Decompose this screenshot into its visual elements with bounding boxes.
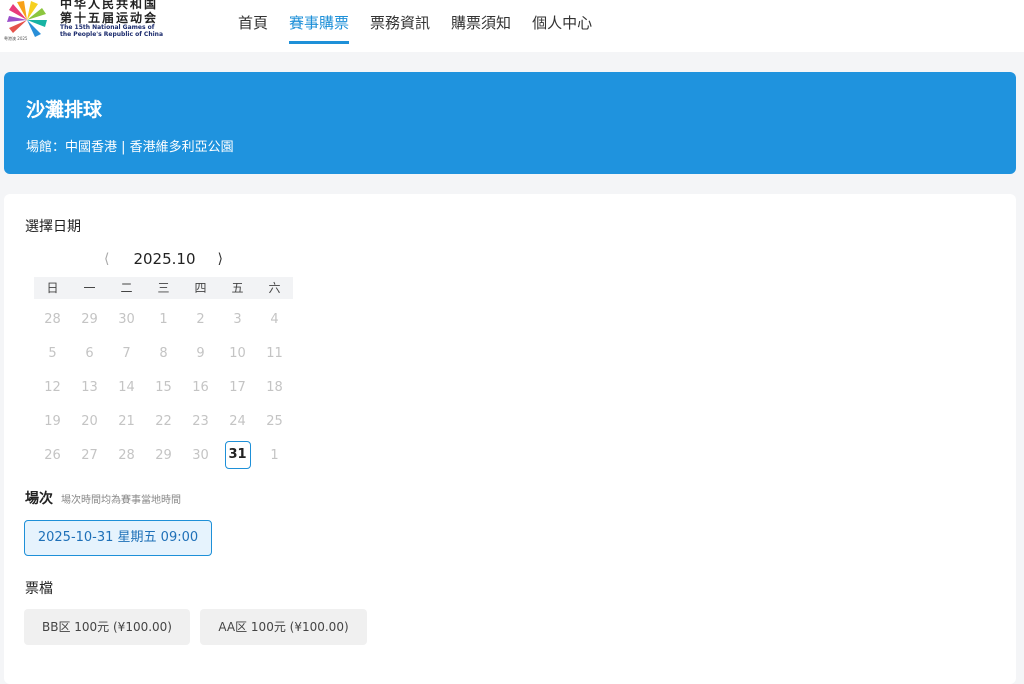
calendar-week: 5 6 7 8 9 10 11 xyxy=(34,336,293,370)
calendar-grid: 28 29 30 1 2 3 4 5 6 7 8 9 10 11 12 13 1… xyxy=(34,302,293,472)
logo-text: 中华人民共和国 第十五届运动会 The 15th National Games … xyxy=(60,0,163,38)
calendar-day: 29 xyxy=(81,311,98,327)
logo-subtext: 粤港澳 2025 xyxy=(4,36,28,41)
calendar-day: 12 xyxy=(44,379,61,395)
logo-cn-line2: 第十五届运动会 xyxy=(60,11,159,25)
selected-day-label: 31 xyxy=(224,441,251,469)
calendar-day: 7 xyxy=(122,345,131,361)
calendar-week: 12 13 14 15 16 17 18 xyxy=(34,370,293,404)
select-date-label: 選擇日期 xyxy=(25,219,81,235)
calendar-day: 15 xyxy=(155,379,172,395)
event-title: 沙灘排球 xyxy=(26,99,103,121)
weekday-mon: 一 xyxy=(83,281,96,295)
calendar-day: 2 xyxy=(196,311,205,327)
session-label: 場次 xyxy=(25,491,53,507)
calendar-header: ⟨ 2025.10 ⟩ xyxy=(104,250,223,268)
logo-cn-line1: 中华人民共和国 xyxy=(60,0,159,11)
calendar-day: 6 xyxy=(85,345,94,361)
nav-item-user-center[interactable]: 個人中心 xyxy=(532,12,592,44)
weekday-wed: 三 xyxy=(157,281,170,295)
ticket-tier-label: 票檔 xyxy=(25,581,53,597)
calendar-day: 19 xyxy=(44,413,61,429)
weekday-sat: 六 xyxy=(268,281,281,295)
chevron-left-icon[interactable]: ⟨ xyxy=(104,251,109,267)
calendar-week: 19 20 21 22 23 24 25 xyxy=(34,404,293,438)
session-time-note: 場次時間均為賽事當地時間 xyxy=(61,495,181,506)
calendar-day: 20 xyxy=(81,413,98,429)
calendar-day: 23 xyxy=(192,413,209,429)
logo[interactable]: 粤港澳 2025 中华人民共和国 第十五届运动会 The 15th Nation… xyxy=(4,0,163,44)
chevron-right-icon[interactable]: ⟩ xyxy=(218,251,223,267)
calendar-day-selected[interactable]: 31 xyxy=(219,438,256,472)
nav-item-home[interactable]: 首頁 xyxy=(238,12,268,44)
calendar-day: 24 xyxy=(229,413,246,429)
weekday-tue: 二 xyxy=(120,281,133,295)
calendar-day: 1 xyxy=(159,311,168,327)
calendar-day: 11 xyxy=(266,345,283,361)
calendar-day: 18 xyxy=(266,379,283,395)
calendar-day: 17 xyxy=(229,379,246,395)
tier-aa-button[interactable]: AA区 100元 (¥100.00) xyxy=(200,609,367,645)
nav-item-ticket-info[interactable]: 票務資訊 xyxy=(370,12,430,44)
weekday-fri: 五 xyxy=(231,281,244,295)
session-label-row: 場次 場次時間均為賽事當地時間 xyxy=(25,488,181,508)
calendar-day: 13 xyxy=(81,379,98,395)
calendar-weekdays: 日 一 二 三 四 五 六 xyxy=(34,277,293,299)
calendar-day: 21 xyxy=(118,413,135,429)
session-option-button[interactable]: 2025-10-31 星期五 09:00 xyxy=(24,520,212,556)
calendar-day: 28 xyxy=(44,311,61,327)
calendar-day: 5 xyxy=(48,345,57,361)
calendar-day: 30 xyxy=(118,311,135,327)
nav-item-event-tickets[interactable]: 賽事購票 xyxy=(289,12,350,44)
weekday-sun: 日 xyxy=(46,281,59,295)
event-banner: 沙灘排球 場館：中國香港 | 香港維多利亞公園 xyxy=(4,72,1016,174)
calendar-day: 9 xyxy=(196,345,205,361)
calendar-week: 26 27 28 29 30 31 1 xyxy=(34,438,293,472)
calendar-day: 29 xyxy=(155,447,172,463)
calendar-day: 28 xyxy=(118,447,135,463)
event-venue: 場館：中國香港 | 香港維多利亞公園 xyxy=(26,140,234,155)
calendar-week: 28 29 30 1 2 3 4 xyxy=(34,302,293,336)
calendar-day: 14 xyxy=(118,379,135,395)
top-header: 粤港澳 2025 中华人民共和国 第十五届运动会 The 15th Nation… xyxy=(0,0,1024,52)
tier-bb-button[interactable]: BB区 100元 (¥100.00) xyxy=(24,609,190,645)
calendar-day: 30 xyxy=(192,447,209,463)
calendar-day: 25 xyxy=(266,413,283,429)
booking-card: 選擇日期 ⟨ 2025.10 ⟩ 日 一 二 三 四 五 六 28 29 30 … xyxy=(4,194,1016,684)
nav-item-purchase-notes[interactable]: 購票須知 xyxy=(451,12,511,44)
logo-en-line2: the People's Republic of China xyxy=(60,31,163,38)
calendar-month: 2025.10 xyxy=(133,250,196,268)
calendar-day: 1 xyxy=(270,447,279,463)
national-games-emblem-icon: 粤港澳 2025 xyxy=(4,0,50,41)
calendar-day: 27 xyxy=(81,447,98,463)
calendar-day: 16 xyxy=(192,379,209,395)
main-nav: 首頁 賽事購票 票務資訊 購票須知 個人中心 xyxy=(238,12,613,44)
calendar-day: 22 xyxy=(155,413,172,429)
weekday-thu: 四 xyxy=(194,281,207,295)
calendar-day: 10 xyxy=(229,345,246,361)
calendar-day: 3 xyxy=(233,311,242,327)
calendar-day: 4 xyxy=(270,311,279,327)
calendar-day: 26 xyxy=(44,447,61,463)
calendar-day: 8 xyxy=(159,345,168,361)
